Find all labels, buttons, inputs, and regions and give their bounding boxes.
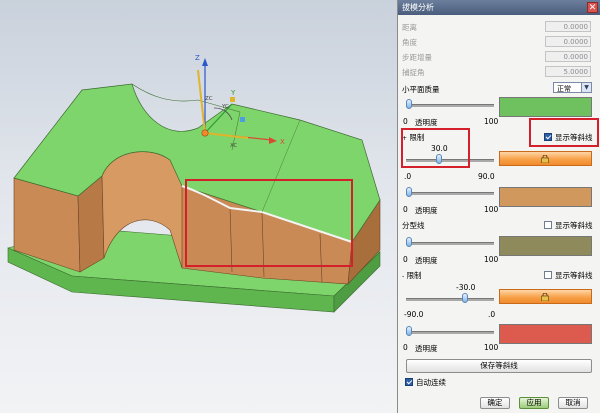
transparency-min-1: 0 (403, 117, 408, 126)
facet-quality-label: 小平面质量 (402, 85, 440, 94)
close-icon[interactable]: ✕ (587, 2, 598, 13)
transparency-thumb-4[interactable] (406, 326, 412, 336)
limit2-show-isoclines-checkbox[interactable] (544, 271, 552, 279)
snap-angle-label: 捕捉角 (402, 68, 425, 77)
chevron-down-icon[interactable]: ▼ (581, 83, 591, 92)
step-increment-label: 步距增量 (402, 53, 432, 62)
dialog-title: 拔模分析 (402, 3, 434, 12)
axis-yc-label: YC (221, 104, 229, 110)
facet-quality-value: 正常 (557, 85, 571, 93)
graphics-viewport[interactable]: Z Y X ZC YC XC (0, 0, 397, 413)
limit2-slider[interactable] (406, 298, 494, 301)
transparency-min-3: 0 (403, 255, 408, 264)
draft-analysis-dialog: 拔模分析 ✕ 距离 0.0000 角度 0.0000 步距增量 0.0000 捕… (397, 0, 600, 413)
dialog-titlebar[interactable]: 拔模分析 ✕ (398, 0, 600, 15)
angle-field: 0.0000 (545, 36, 591, 47)
limit2-range-min: -90.0 (404, 310, 424, 319)
lock-icon (541, 155, 549, 163)
facet-quality-select[interactable]: 正常 ▼ (553, 82, 592, 93)
axis-xc-label: XC (230, 143, 237, 149)
draft-analysis-model[interactable]: Z Y X ZC YC XC (0, 0, 397, 413)
annotation-box-checkbox (529, 118, 599, 147)
limit2-value: -30.0 (456, 283, 476, 292)
transparency-thumb-3[interactable] (406, 237, 412, 247)
limit2-lock-button[interactable] (499, 289, 592, 304)
transparency-slider-1[interactable] (406, 104, 494, 107)
transparency-label-3: 透明度 (415, 256, 438, 265)
parting-show-isoclines-checkbox[interactable] (544, 221, 552, 229)
snap-angle-field: 5.0000 (545, 66, 591, 77)
transparency-thumb-1[interactable] (406, 99, 412, 109)
axis-y-label: Y (230, 89, 236, 97)
distance-field: 0.0000 (545, 21, 591, 32)
transparency-max-1: 100 (484, 117, 499, 126)
limit2-show-isoclines-label: 显示等斜线 (555, 271, 593, 280)
axis-z-label: Z (195, 54, 200, 62)
transparency-slider-2[interactable] (406, 192, 494, 195)
color-swatch-olive[interactable] (499, 236, 592, 256)
transparency-max-4: 100 (484, 343, 499, 352)
limit2-thumb[interactable] (462, 293, 468, 303)
color-swatch-green[interactable] (499, 97, 592, 117)
color-swatch-red[interactable] (499, 324, 592, 344)
transparency-label-2: 透明度 (415, 206, 438, 215)
distance-label: 距离 (402, 23, 417, 32)
parting-show-isoclines-label: 显示等斜线 (555, 221, 593, 230)
parting-line-label: 分型线 (402, 221, 425, 230)
limit1-range-max: 90.0 (478, 172, 495, 181)
annotation-box-limit (401, 128, 470, 168)
axis-zc-label: ZC (205, 96, 213, 102)
angle-label: 角度 (402, 38, 417, 47)
auto-update-checkbox[interactable] (405, 378, 413, 386)
transparency-max-2: 100 (484, 205, 499, 214)
transparency-label-1: 透明度 (415, 118, 438, 127)
transparency-min-2: 0 (403, 205, 408, 214)
limit2-range-max: .0 (488, 310, 496, 319)
transparency-slider-4[interactable] (406, 331, 494, 334)
save-isoclines-button[interactable]: 保存等斜线 (406, 359, 592, 373)
limit1-lock-button[interactable] (499, 151, 592, 166)
transparency-thumb-2[interactable] (406, 187, 412, 197)
transparency-slider-3[interactable] (406, 242, 494, 245)
cancel-button[interactable]: 取消 (558, 397, 588, 409)
transparency-max-3: 100 (484, 255, 499, 264)
transparency-label-4: 透明度 (415, 344, 438, 353)
lock-icon (541, 293, 549, 301)
limit1-range-min: .0 (404, 172, 412, 181)
color-swatch-tan[interactable] (499, 187, 592, 207)
ok-button[interactable]: 确定 (480, 397, 510, 409)
step-increment-field: 0.0000 (545, 51, 591, 62)
axis-x-label: X (280, 138, 285, 146)
limit2-header[interactable]: - 限制 (402, 270, 422, 281)
transparency-min-4: 0 (403, 343, 408, 352)
auto-update-label: 自动连续 (416, 378, 446, 387)
apply-button[interactable]: 应用 (519, 397, 549, 409)
